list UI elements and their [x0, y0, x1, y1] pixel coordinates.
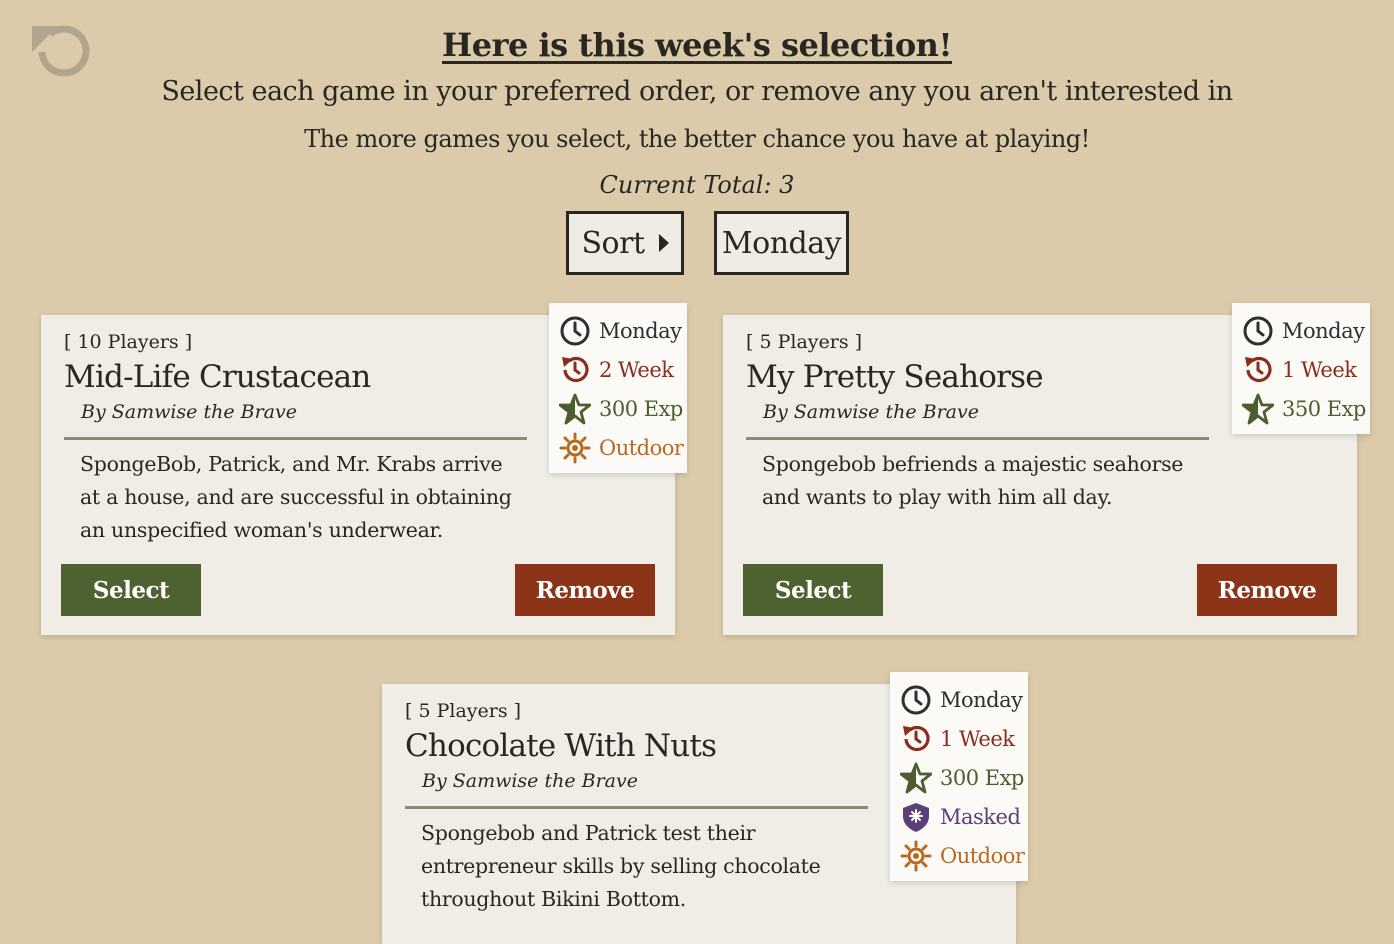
- game-description: SpongeBob, Patrick, and Mr. Krabs arrive…: [80, 452, 512, 542]
- sort-label: Sort: [581, 225, 645, 261]
- select-button[interactable]: Select: [61, 564, 201, 616]
- tag-day: Monday: [1242, 311, 1365, 350]
- tag-day: Monday: [900, 680, 1023, 719]
- page-title: Here is this week's selection!: [442, 26, 952, 64]
- clock-icon: [901, 685, 931, 714]
- remove-button[interactable]: Remove: [515, 564, 655, 616]
- current-total: Current Total: 3: [599, 171, 795, 199]
- history-icon: [1245, 356, 1272, 382]
- select-button[interactable]: Select: [743, 564, 883, 616]
- tag-exp: 350 Exp: [1242, 389, 1366, 428]
- star-icon: [900, 762, 932, 793]
- player-count: [ 10 Players ]: [64, 331, 193, 353]
- game-title: My Pretty Seahorse: [746, 359, 1044, 395]
- sun-icon: [900, 840, 932, 871]
- history-icon: [903, 725, 930, 751]
- player-count: [ 5 Players ]: [405, 700, 522, 722]
- remove-button[interactable]: Remove: [1197, 564, 1337, 616]
- star-icon: [1242, 393, 1274, 424]
- player-count: [ 5 Players ]: [746, 331, 863, 353]
- clock-icon: [1243, 316, 1273, 345]
- hint-text: The more games you select, the better ch…: [304, 125, 1090, 153]
- game-description: Spongebob and Patrick test their entrepr…: [421, 821, 821, 911]
- mask-badge-icon: [903, 802, 929, 832]
- tag-duration: 1 Week: [900, 719, 1018, 758]
- game-tags: Monday 1 Week 300 Exp Masked Outdoor: [890, 672, 1028, 881]
- game-title: Chocolate With Nuts: [405, 728, 717, 764]
- divider: [746, 437, 1209, 440]
- game-author: By Samwise the Brave: [422, 770, 638, 792]
- divider: [64, 437, 527, 440]
- game-tags: Monday 1 Week 350 Exp: [1232, 303, 1370, 434]
- sun-icon: [559, 432, 591, 463]
- divider: [405, 806, 868, 809]
- instructions-text: Select each game in your preferred order…: [161, 76, 1233, 107]
- clock-icon: [560, 316, 590, 345]
- history-icon: [562, 356, 589, 382]
- star-icon: [559, 393, 591, 424]
- tag-duration: 1 Week: [1242, 350, 1360, 389]
- sort-button[interactable]: Sort: [566, 211, 684, 275]
- game-author: By Samwise the Brave: [81, 401, 297, 423]
- tag-masked: Masked: [900, 797, 1021, 836]
- tag-outdoor: Outdoor: [559, 428, 684, 467]
- day-filter-button[interactable]: Monday: [714, 211, 849, 275]
- caret-right-icon: [658, 234, 669, 252]
- game-description: Spongebob befriends a majestic seahorse …: [762, 452, 1184, 509]
- tag-duration: 2 Week: [559, 350, 677, 389]
- game-author: By Samwise the Brave: [763, 401, 979, 423]
- tag-exp: 300 Exp: [559, 389, 683, 428]
- tag-exp: 300 Exp: [900, 758, 1024, 797]
- tag-day: Monday: [559, 311, 682, 350]
- tag-outdoor: Outdoor: [900, 836, 1025, 875]
- game-tags: Monday 2 Week 300 Exp Outdoor: [549, 303, 687, 473]
- game-title: Mid-Life Crustacean: [64, 359, 371, 395]
